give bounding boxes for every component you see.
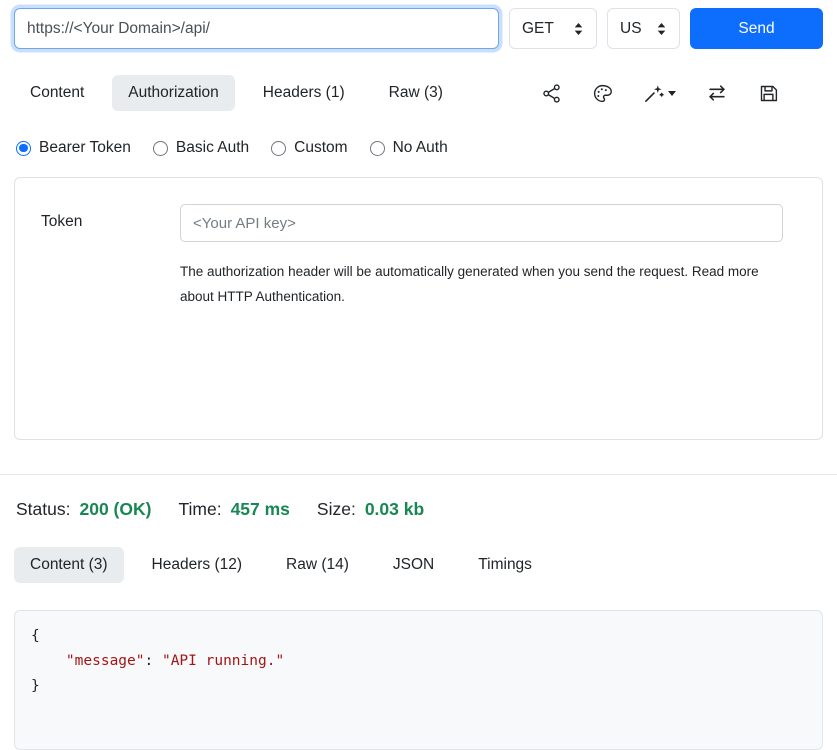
radio-icon[interactable] — [16, 141, 31, 156]
json-separator: : — [145, 653, 162, 669]
auth-help-text: The authorization header will be automat… — [180, 259, 780, 309]
json-close-brace: } — [31, 678, 40, 694]
method-select-value: GET — [522, 20, 554, 38]
response-body: { "message": "API running." } — [14, 610, 823, 750]
toolbar — [541, 82, 823, 104]
send-button[interactable]: Send — [690, 8, 823, 49]
json-open-brace: { — [31, 628, 40, 644]
size-label: Size: — [317, 499, 356, 520]
token-label: Token — [41, 204, 180, 309]
radio-icon[interactable] — [370, 141, 385, 156]
token-input[interactable] — [180, 204, 783, 242]
tab-response-headers[interactable]: Headers (12) — [136, 547, 258, 583]
json-key: "message" — [66, 653, 145, 669]
radio-label: Custom — [294, 139, 347, 157]
magic-wand-icon[interactable] — [643, 83, 676, 104]
tab-raw[interactable]: Raw (3) — [373, 75, 459, 111]
radio-no-auth[interactable]: No Auth — [370, 139, 448, 157]
region-select[interactable]: US — [607, 8, 680, 49]
status-label: Status: — [16, 499, 70, 520]
tab-response-content[interactable]: Content (3) — [14, 547, 124, 583]
updown-caret-icon — [573, 22, 584, 36]
radio-custom[interactable]: Custom — [271, 139, 347, 157]
radio-basic-auth[interactable]: Basic Auth — [153, 139, 249, 157]
url-input[interactable] — [14, 8, 499, 49]
chevron-down-icon — [668, 91, 676, 96]
tab-response-timings[interactable]: Timings — [462, 547, 548, 583]
time-value: 457 ms — [231, 499, 290, 520]
region-select-value: US — [620, 20, 642, 38]
time-label: Time: — [178, 499, 221, 520]
json-indent — [31, 653, 66, 669]
radio-label: Basic Auth — [176, 139, 249, 157]
json-value: "API running." — [162, 653, 284, 669]
tab-response-raw[interactable]: Raw (14) — [270, 547, 365, 583]
auth-help-line-1: The authorization header will be automat… — [180, 259, 780, 284]
save-icon[interactable] — [758, 83, 779, 104]
radio-icon[interactable] — [153, 141, 168, 156]
auth-panel: Token The authorization header will be a… — [14, 177, 823, 440]
auth-help-line-2: about HTTP Authentication. — [180, 284, 780, 309]
palette-icon[interactable] — [592, 83, 613, 104]
status-bar: Status: 200 (OK) Time: 457 ms Size: 0.03… — [14, 499, 823, 520]
updown-caret-icon — [656, 22, 667, 36]
radio-bearer-token[interactable]: Bearer Token — [16, 139, 131, 157]
divider — [0, 474, 837, 475]
radio-label: No Auth — [393, 139, 448, 157]
tab-headers[interactable]: Headers (1) — [247, 75, 361, 111]
request-tabs: Content Authorization Headers (1) Raw (3… — [14, 75, 823, 111]
status-value: 200 (OK) — [79, 499, 151, 520]
tab-content[interactable]: Content — [14, 75, 100, 111]
tab-response-json[interactable]: JSON — [377, 547, 450, 583]
radio-icon[interactable] — [271, 141, 286, 156]
request-bar: GET US Send — [14, 8, 823, 49]
size-value: 0.03 kb — [365, 499, 424, 520]
swap-arrows-icon[interactable] — [706, 82, 728, 104]
auth-type-options: Bearer Token Basic Auth Custom No Auth — [14, 139, 823, 157]
share-icon[interactable] — [541, 83, 562, 104]
radio-label: Bearer Token — [39, 139, 131, 157]
method-select[interactable]: GET — [509, 8, 597, 49]
tab-authorization[interactable]: Authorization — [112, 75, 234, 111]
response-tabs: Content (3) Headers (12) Raw (14) JSON T… — [14, 547, 823, 583]
